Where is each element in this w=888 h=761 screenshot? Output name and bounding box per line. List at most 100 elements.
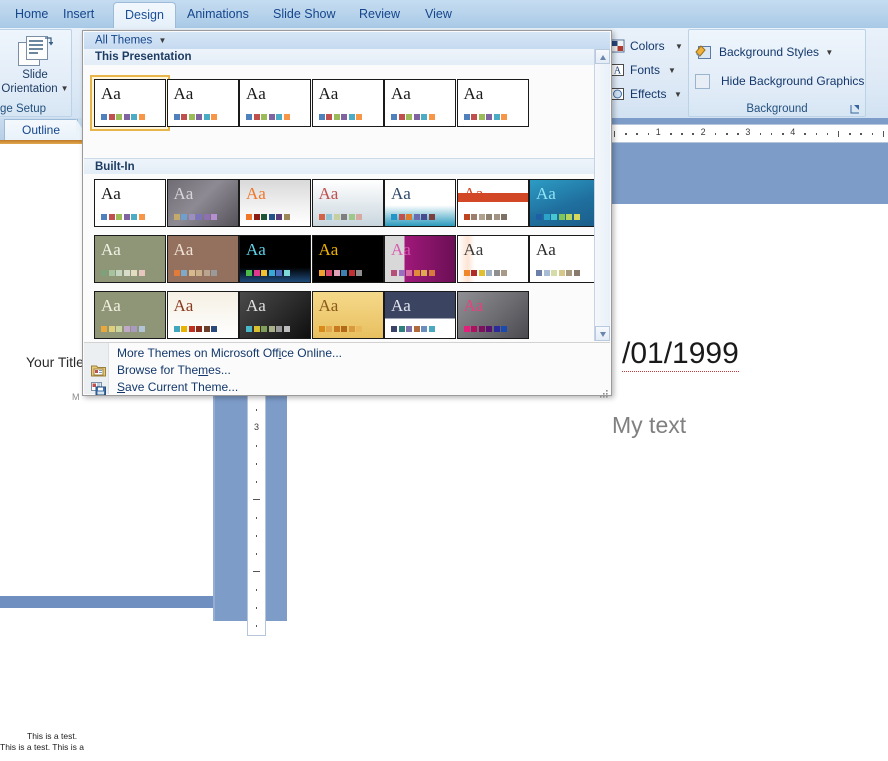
theme-thumbnail[interactable]: Aa [456,235,529,283]
background-dialog-launcher[interactable] [850,102,861,114]
tab-view[interactable]: View [414,2,463,28]
outline-slide-card-2[interactable]: This is a test. This is a test. This is … [0,608,213,761]
section-header-this-presentation: This Presentation [84,49,610,66]
outline-body-line-1: This is a test. [27,731,78,741]
theme-parts-group: Colors ▼ A Fonts ▼ Effects ▼ [608,29,684,115]
browse-folder-icon [91,363,106,378]
chevron-down-icon[interactable]: ▼ [159,33,167,48]
chevron-down-icon[interactable]: ▼ [674,84,682,106]
theme-thumbnail[interactable]: Aa [94,179,166,227]
theme-thumbnail[interactable]: Aa [239,79,311,127]
theme-thumbnail[interactable]: Aa [311,291,384,339]
theme-thumbnail-sample-text: Aa [536,184,556,203]
slide-body-text[interactable]: My text [612,412,686,439]
theme-thumbnail[interactable]: Aa [311,235,384,283]
tab-label: Home [15,7,49,21]
theme-thumbnail-sample-text: Aa [536,240,556,259]
theme-thumbnail[interactable]: Aa [94,235,166,283]
theme-thumbnail[interactable]: Aa [529,235,601,283]
theme-thumbnail-swatches [318,326,362,332]
theme-thumbnail[interactable]: Aa [311,179,384,227]
chevron-down-icon[interactable]: ▼ [825,43,833,63]
gallery-scrollbar[interactable] [594,49,610,341]
tab-label: View [425,7,452,21]
theme-thumbnail[interactable]: Aa [384,235,456,283]
save-theme-icon [91,380,106,395]
theme-thumbnail-sample-text: Aa [391,240,411,259]
tab-insert[interactable]: Insert [52,2,105,28]
all-themes-header[interactable]: All Themes ▼ [84,32,610,50]
page-setup-group-title: ge Setup [0,103,47,115]
tab-review[interactable]: Review [348,2,411,28]
theme-thumbnail[interactable]: Aa [166,235,239,283]
tab-label: Animations [187,7,249,21]
theme-thumbnail-swatches [536,270,580,276]
hide-background-graphics-row[interactable]: Hide Background Graphics [695,72,864,90]
tab-slide-show[interactable]: Slide Show [262,2,347,28]
section-builtin-label: Built-In [95,161,135,173]
hide-background-graphics-label: Hide Background Graphics [721,74,865,88]
menu-item-label: More Themes on Microsoft Office Online..… [117,346,342,360]
theme-thumbnail[interactable]: Aa [166,179,239,227]
hide-background-graphics-checkbox[interactable] [695,74,710,89]
theme-thumbnail[interactable]: Aa [456,179,529,227]
fonts-icon: A [610,62,626,78]
theme-thumbnail-sample-text: Aa [318,296,339,315]
theme-thumbnail-sample-text: Aa [246,240,266,259]
theme-thumbnail[interactable]: Aa [311,79,384,127]
theme-thumbnail-sample-text: Aa [101,84,121,103]
menu-item-label: Save Current Theme... [117,380,239,394]
theme-thumbnail-swatches [391,114,435,120]
theme-thumbnail[interactable]: Aa [456,79,529,127]
theme-thumbnail[interactable]: Aa [166,79,239,127]
theme-thumbnail-swatches [246,326,290,332]
theme-thumbnail[interactable]: Aa [90,75,170,131]
tab-animations[interactable]: Animations [176,2,260,28]
slide-orientation-button[interactable]: Slide Orientation ▼ [1,32,69,100]
theme-thumbnail[interactable]: Aa [166,291,239,339]
theme-thumbnail-swatches [246,214,290,220]
theme-thumbnail-swatches [318,114,362,120]
theme-thumbnail[interactable]: Aa [529,179,601,227]
theme-thumbnail[interactable]: Aa [384,179,456,227]
outline-body-line-2: This is a test. This is a [0,742,84,752]
theme-thumbnail-swatches [173,270,217,276]
theme-thumbnail-swatches [463,214,507,220]
theme-thumbnail-swatches [391,214,435,220]
theme-thumbnail-sample-text: Aa [246,296,266,315]
scroll-up-icon[interactable] [595,49,610,64]
svg-text:A: A [614,66,622,77]
popup-resize-grip[interactable] [600,385,608,398]
theme-thumbnail[interactable]: Aa [239,235,311,283]
theme-thumbnail-swatches [173,114,217,120]
theme-thumbnail-sample-text: Aa [318,240,339,259]
tab-outline[interactable]: Outline [4,119,78,141]
chevron-down-icon[interactable]: ▼ [61,82,69,96]
theme-thumbnail-sample-text: Aa [391,296,411,315]
slide-orientation-line1: Slide [22,69,48,81]
chevron-down-icon[interactable]: ▼ [668,60,676,82]
theme-thumbnail[interactable]: Aa [456,291,529,339]
theme-thumbnail-sample-text: Aa [173,184,194,203]
theme-thumbnail-sample-text: Aa [463,240,484,259]
tab-design[interactable]: Design [113,2,176,30]
theme-thumbnail[interactable]: Aa [239,291,311,339]
background-styles-button[interactable]: Background Styles ▼ [695,42,833,62]
horizontal-ruler[interactable]: 1234 [605,124,888,143]
section-this-label: This Presentation [95,51,192,63]
theme-thumbnail[interactable]: Aa [384,79,456,127]
slide-date-text[interactable]: /01/1999 [622,337,739,372]
slide-orientation-icon [18,36,53,66]
scroll-down-icon[interactable] [595,326,610,341]
menu-item-label: Browse for Themes... [117,363,231,377]
chevron-down-icon[interactable]: ▼ [675,36,683,58]
theme-thumbnail[interactable]: Aa [384,291,456,339]
theme-thumbnail-sample-text: Aa [391,184,411,203]
theme-thumbnail-sample-text: Aa [101,240,121,259]
theme-thumbnail-swatches [391,326,435,332]
theme-thumbnail-swatches [318,214,362,220]
themes-gallery-popup: All Themes ▼ This Presentation Aa Aa Aa Aa A… [82,30,612,398]
theme-thumbnail[interactable]: Aa [94,291,166,339]
theme-thumbnail-swatches [463,270,507,276]
theme-thumbnail[interactable]: Aa [239,179,311,227]
